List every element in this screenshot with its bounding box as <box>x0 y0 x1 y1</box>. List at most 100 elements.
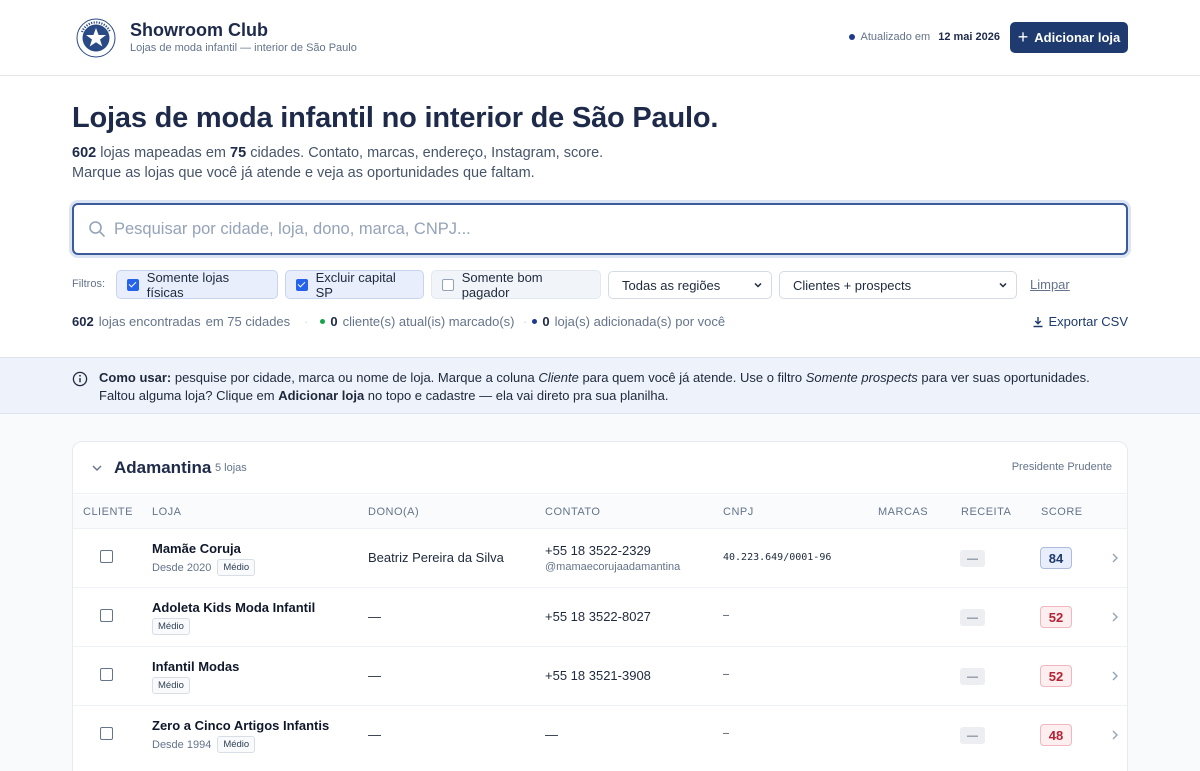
store-cnpj: 40.223.649/0001-96 <box>723 552 832 563</box>
score-badge: 52 <box>1040 606 1072 628</box>
city-group-header[interactable]: Adamantina 5 lojas Presidente Prudente <box>73 442 1127 494</box>
revenue-badge: — <box>960 727 985 744</box>
table-row[interactable]: Adoleta Kids Moda Infantil Médio — +55 1… <box>73 587 1127 646</box>
description-line-1: 602 lojas mapeadas em 75 cidades. Contat… <box>72 143 603 163</box>
chevron-right-icon[interactable] <box>1111 670 1119 682</box>
chevron-down-icon <box>754 282 762 288</box>
store-meta: Médio <box>152 677 190 694</box>
updated-date: 12 mai 2026 <box>938 31 1000 43</box>
column-header-receita[interactable]: RECEITA <box>961 506 1011 518</box>
download-icon <box>1033 316 1043 327</box>
score-badge: 84 <box>1040 547 1072 569</box>
store-size-badge: Médio <box>217 736 256 753</box>
store-name: Infantil Modas <box>152 659 240 674</box>
chevron-right-icon[interactable] <box>1111 729 1119 741</box>
store-cnpj: – <box>723 728 730 739</box>
info-text: pesquise por cidade, marca ou nome de lo… <box>171 370 539 385</box>
store-cnpj: – <box>723 610 730 621</box>
description-text-a: lojas mapeadas em <box>100 145 226 161</box>
column-header-score[interactable]: SCORE <box>1041 506 1083 518</box>
export-csv-button[interactable]: Exportar CSV <box>1032 314 1128 329</box>
city-region: Presidente Prudente <box>1011 461 1112 473</box>
client-checkbox[interactable] <box>100 609 113 622</box>
column-header-marcas[interactable]: MARCAS <box>878 506 928 518</box>
info-text: no topo e cadastre — ela vai direto pra … <box>364 388 669 403</box>
filter-good-payer[interactable]: Somente bom pagador <box>431 269 601 300</box>
search-box[interactable] <box>72 203 1128 255</box>
found-summary: 602 lojas encontradas em 75 cidades <box>72 314 290 329</box>
description-text-b: cidades. Contato, marcas, endereço, Inst… <box>250 145 604 161</box>
column-header-dono[interactable]: DONO(A) <box>368 506 419 518</box>
chevron-down-icon[interactable] <box>91 463 103 473</box>
store-owner: — <box>368 609 381 624</box>
client-checkbox[interactable] <box>100 668 113 681</box>
store-instagram[interactable]: @mamaecorujaadamantina <box>545 561 680 573</box>
clients-summary: · 0 cliente(s) atual(is) marcado(s) <box>304 314 515 329</box>
column-header-loja[interactable]: LOJA <box>152 506 182 518</box>
usage-info-banner: Como usar: pesquise por cidade, marca ou… <box>0 357 1200 414</box>
updated-label: Atualizado em <box>860 31 931 43</box>
green-dot-icon <box>320 319 326 324</box>
added-text: loja(s) adicionada(s) por você <box>554 314 726 329</box>
revenue-badge: — <box>960 668 985 685</box>
status-dot-icon <box>848 34 855 40</box>
search-input[interactable] <box>114 217 1104 241</box>
filter-label: Somente lojas físicas <box>146 269 230 300</box>
region-select[interactable]: Todas as regiões <box>608 271 772 299</box>
added-count: 0 <box>542 314 550 329</box>
usage-info-text: Como usar: pesquise por cidade, marca ou… <box>99 369 1129 405</box>
export-label: Exportar CSV <box>1048 314 1128 329</box>
store-name: Zero a Cinco Artigos Infantis <box>152 718 330 733</box>
chevron-right-icon[interactable] <box>1111 611 1119 623</box>
top-bar: Showroom Club Lojas de moda infantil — i… <box>0 0 1200 76</box>
brand-title: Showroom Club <box>130 20 268 40</box>
info-italic: Somente prospects <box>805 370 918 385</box>
filter-exclude-capital[interactable]: Excluir capital SP <box>285 270 424 300</box>
city-group-card: Adamantina 5 lojas Presidente Prudente C… <box>72 441 1128 771</box>
region-select-value: Todas as regiões <box>622 277 721 293</box>
chevron-right-icon[interactable] <box>1111 552 1119 564</box>
found-text: lojas encontradas <box>98 314 201 329</box>
add-store-label: Adicionar loja <box>1034 30 1121 45</box>
plus-icon: + <box>1017 26 1029 47</box>
clear-filters-link[interactable]: Limpar <box>1030 277 1070 292</box>
brand-subtitle: Lojas de moda infantil — interior de São… <box>130 42 357 54</box>
clients-text: cliente(s) atual(is) marcado(s) <box>342 314 515 329</box>
table-row[interactable]: Infantil Modas Médio — +55 18 3521-3908 … <box>73 646 1127 705</box>
filter-label: Somente bom pagador <box>461 269 543 300</box>
store-since: Desde 1994 <box>152 738 212 751</box>
clients-count: 0 <box>330 314 338 329</box>
store-phone[interactable]: +55 18 3521-3908 <box>545 668 651 683</box>
add-store-button[interactable]: + Adicionar loja <box>1010 22 1128 53</box>
table-row[interactable]: Mamãe Coruja Desde 2020 Médio Beatriz Pe… <box>73 528 1127 587</box>
client-checkbox[interactable] <box>100 550 113 563</box>
store-size-badge: Médio <box>152 618 190 635</box>
column-header-cliente[interactable]: CLIENTE <box>83 506 133 518</box>
client-type-select[interactable]: Clientes + prospects <box>779 271 1017 299</box>
store-phone[interactable]: +55 18 3522-2329 <box>545 543 651 558</box>
updated-status: Atualizado em 12 mai 2026 <box>848 31 1000 43</box>
store-meta: Desde 1994 Médio <box>152 736 256 753</box>
table-row[interactable]: Zero a Cinco Artigos Infantis Desde 1994… <box>73 705 1127 764</box>
store-size-badge: Médio <box>217 559 256 576</box>
score-badge: 52 <box>1040 665 1072 687</box>
info-bold: Adicionar loja <box>278 388 365 403</box>
store-phone[interactable]: — <box>545 727 558 742</box>
store-since: Desde 2020 <box>152 561 212 574</box>
column-header-cnpj[interactable]: CNPJ <box>723 506 754 518</box>
score-badge: 48 <box>1040 724 1072 746</box>
results-summary: 602 lojas encontradas em 75 cidades · 0 … <box>72 314 1128 330</box>
checkbox-checked-icon <box>127 278 139 291</box>
table-header: CLIENTE LOJA DONO(A) CONTATO CNPJ MARCAS… <box>73 495 1127 528</box>
showroom-club-logo[interactable] <box>76 16 116 60</box>
page-description: 602 lojas mapeadas em 75 cidades. Contat… <box>72 143 603 183</box>
store-name: Adoleta Kids Moda Infantil <box>152 600 316 615</box>
filters-bar: Filtros: Somente lojas físicas Excluir c… <box>72 270 1132 300</box>
filter-physical-stores[interactable]: Somente lojas físicas <box>116 269 278 300</box>
revenue-badge: — <box>960 550 985 567</box>
client-checkbox[interactable] <box>100 727 113 740</box>
store-phone[interactable]: +55 18 3522-8027 <box>545 609 651 624</box>
cities-count: 75 <box>230 145 247 161</box>
chevron-down-icon <box>999 282 1007 288</box>
column-header-contato[interactable]: CONTATO <box>545 506 600 518</box>
